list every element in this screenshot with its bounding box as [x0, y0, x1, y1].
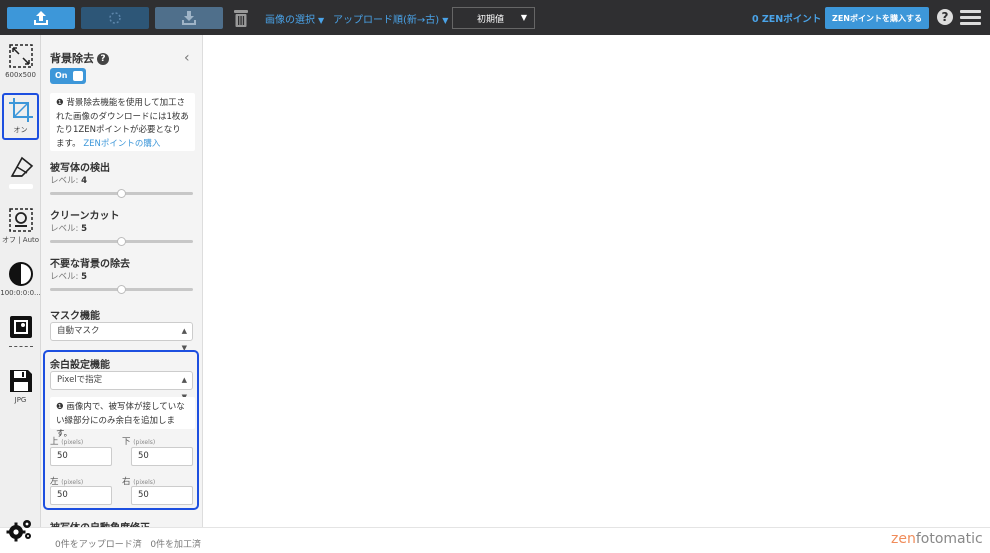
color-adjust-tool[interactable]: 100:0:0:0... — [0, 261, 41, 297]
spinner-icon — [109, 12, 121, 24]
help-icon[interactable]: ? — [97, 53, 109, 65]
upload-icon — [34, 11, 48, 25]
bg-color-swatch — [8, 184, 33, 189]
crop-tool[interactable]: オン — [0, 97, 41, 135]
slider-thumb[interactable] — [117, 189, 126, 198]
level-value: 4 — [81, 176, 87, 186]
bg-removal-heading: 背景除去? — [50, 50, 109, 66]
brand-prefix: zen — [891, 531, 916, 547]
margin-section-highlight — [43, 350, 199, 510]
level-label: レベル: — [50, 176, 79, 186]
shadow-icon — [8, 208, 33, 232]
subject-detect-title: 被写体の検出 — [50, 163, 110, 174]
download-icon — [182, 11, 196, 25]
unwanted-bg-slider[interactable] — [50, 285, 193, 294]
shadow-tool[interactable]: オフ | Auto — [0, 207, 41, 245]
status-counts: 0件をアップロード済 0件を加工済 — [55, 537, 201, 550]
image-frame-icon — [9, 316, 32, 338]
download-button[interactable] — [155, 7, 223, 29]
mask-select-value: 自動マスク — [57, 326, 100, 336]
mask-title: マスク機能 — [50, 311, 100, 322]
caret-down-icon: ▼ — [520, 13, 527, 22]
divider-dashed — [8, 346, 33, 347]
crop-icon — [8, 98, 33, 122]
settings-gears-icon[interactable] — [6, 518, 34, 544]
auto-angle-title: 被写体の自動角度修正 — [50, 519, 150, 527]
toggle-label: On — [55, 71, 68, 80]
color-adjust-label: 100:0:0:0... — [0, 289, 41, 297]
background-removal-tool[interactable] — [0, 154, 41, 189]
clean-cut-slider[interactable] — [50, 237, 193, 246]
buy-points-link[interactable]: ZENポイントの購入 — [83, 139, 160, 149]
level-label: レベル: — [50, 224, 79, 234]
background-image-tool[interactable] — [0, 314, 41, 347]
eraser-icon — [10, 156, 33, 177]
file-format-tool[interactable]: JPG — [0, 368, 41, 404]
contrast-icon — [8, 262, 33, 286]
level-label: レベル: — [50, 272, 79, 282]
canvas-size-icon — [8, 44, 33, 68]
slider-thumb[interactable] — [117, 285, 126, 294]
shadow-state-label: オフ | Auto — [1, 236, 40, 244]
brand-suffix: fotomatic — [915, 531, 983, 547]
level-value: 5 — [81, 224, 87, 234]
preset-select-value: 初期値 — [477, 14, 505, 25]
clean-cut-title: クリーンカット — [50, 211, 120, 222]
caret-down-icon: ▼ — [442, 16, 449, 25]
clean-cut-level: レベル: 5 — [50, 222, 87, 234]
file-format-label: JPG — [14, 396, 27, 404]
upload-button[interactable] — [7, 7, 75, 29]
save-disk-icon — [9, 370, 32, 392]
level-value: 5 — [81, 272, 87, 282]
caret-down-icon: ▼ — [318, 16, 325, 25]
points-info-box: ❶ 背景除去機能を使用して加工された画像のダウンロードには1枚あたり1ZENポイ… — [50, 93, 195, 151]
trash-icon — [234, 10, 248, 27]
points-balance: 0 ZENポイント — [752, 14, 822, 25]
subject-detect-slider[interactable] — [50, 189, 193, 198]
unwanted-bg-level: レベル: 5 — [50, 270, 87, 282]
select-images-menu[interactable]: 画像の選択 ▼ — [265, 11, 324, 26]
brand-logo: zenfotomatic — [891, 531, 983, 547]
canvas-size-tool[interactable]: 600x500 — [0, 43, 41, 79]
info-icon: ❶ — [56, 98, 67, 108]
slider-thumb[interactable] — [117, 237, 126, 246]
subject-detect-level: レベル: 4 — [50, 174, 87, 186]
collapse-panel-icon[interactable]: ‹ — [184, 50, 190, 66]
preset-select[interactable]: 初期値 ▼ — [452, 7, 535, 29]
canvas-size-label: 600x500 — [5, 71, 36, 79]
bg-removal-title: 背景除去 — [50, 52, 94, 65]
processed-count: 0件を加工済 — [150, 540, 202, 550]
hamburger-menu-icon[interactable] — [960, 10, 981, 26]
uploaded-count: 0件をアップロード済 — [55, 540, 142, 550]
top-toolbar: 画像の選択 ▼ アップロード順(新→古) ▼ 初期値 ▼ 0 ZENポイント ZEN… — [0, 0, 990, 35]
select-images-label: 画像の選択 — [265, 15, 315, 26]
toggle-knob — [73, 71, 83, 81]
unwanted-bg-title: 不要な背景の除去 — [50, 259, 130, 270]
buy-points-button[interactable]: ZENポイントを購入する — [825, 7, 929, 29]
sort-order-menu[interactable]: アップロード順(新→古) ▼ — [333, 11, 448, 26]
crop-state-label: オン — [13, 126, 28, 134]
process-button[interactable] — [81, 7, 149, 29]
help-icon[interactable]: ? — [937, 9, 953, 25]
mask-select[interactable]: 自動マスク ▲ ▼ — [50, 322, 193, 352]
bg-removal-toggle[interactable]: On — [50, 68, 86, 84]
trash-button[interactable] — [231, 7, 251, 29]
sort-order-label: アップロード順(新→古) — [333, 15, 440, 26]
tool-strip: 600x500 オン オフ | Auto 100:0:0:0... JPG — [0, 35, 41, 553]
